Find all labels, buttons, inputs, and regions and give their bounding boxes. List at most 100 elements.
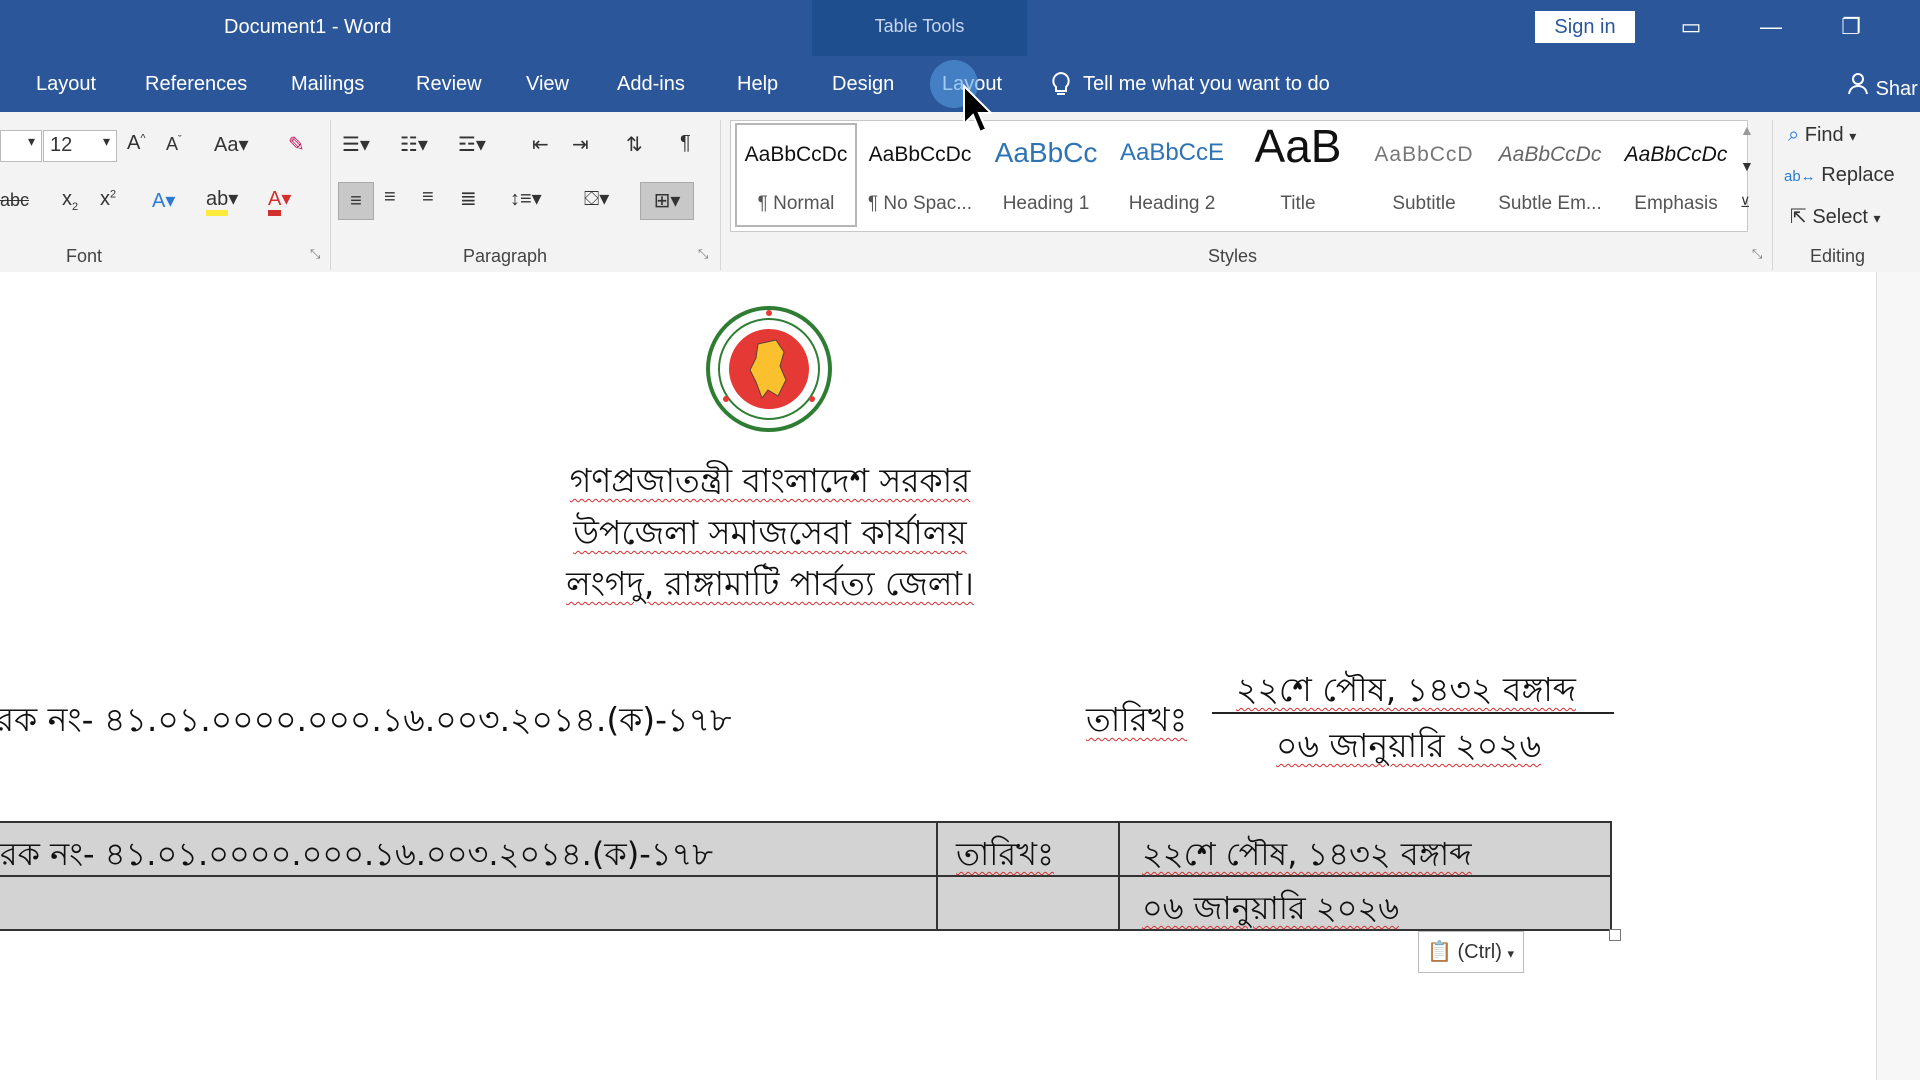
paragraph-group-label: Paragraph <box>463 246 548 266</box>
find-button[interactable]: ⌕ Find ▾ <box>1788 124 1856 147</box>
tab-review[interactable]: Review <box>416 73 482 96</box>
replace-icon: ab↔ <box>1784 168 1816 185</box>
strikethrough-icon[interactable]: abc <box>0 190 29 211</box>
table-date-bangla-cell[interactable]: ২২শে পৌষ, ১৪৩২ বঙ্গাব্দ <box>1142 829 1472 883</box>
style-sample: AaBbCcD <box>1374 143 1474 166</box>
style-normal[interactable]: AaBbCcDc ¶ Normal <box>735 123 857 227</box>
select-button[interactable]: ⇱ Select ▾ <box>1790 204 1881 229</box>
table-date-english-cell[interactable]: ০৬ জানুয়ারি ২০২৬ <box>1142 883 1399 937</box>
editing-group-label: Editing <box>1810 246 1866 266</box>
tab-view[interactable]: View <box>526 73 569 96</box>
increase-indent-icon[interactable]: ⇥ <box>572 132 589 157</box>
chevron-down-icon: ▾ <box>27 133 35 149</box>
header-line-3: লংগদু, রাঙ্গামাটি পার্বত্য জেলা। <box>566 564 974 603</box>
borders-icon[interactable]: ⊞▾ <box>640 182 694 220</box>
table-memo-cell[interactable]: রক নং- ৪১.০১.০০০০.০০০.১৬.০০৩.২০১৪.(ক)-১৭… <box>0 829 713 883</box>
align-right-icon[interactable]: ≡ <box>422 186 434 209</box>
font-name-dropdown[interactable]: ▾ <box>0 130 42 162</box>
window-title: Document1 - Word <box>224 16 392 38</box>
vertical-scrollbar[interactable] <box>1876 272 1920 1080</box>
tab-mailings[interactable]: Mailings <box>291 73 364 96</box>
table-resize-handle[interactable] <box>1609 929 1621 941</box>
tab-references[interactable]: References <box>145 73 247 96</box>
tell-me-search[interactable]: Tell me what you want to do <box>1083 73 1330 96</box>
table-tools-label: Table Tools <box>874 16 965 36</box>
style-sample: AaBbCcE <box>1119 139 1225 166</box>
text-effects-icon[interactable]: A▾ <box>152 188 175 213</box>
line-spacing-icon[interactable]: ↕≡▾ <box>510 186 542 211</box>
tab-table-design[interactable]: Design <box>832 73 894 96</box>
change-case-icon[interactable]: Aa▾ <box>214 132 249 157</box>
style-sample: AaB <box>1254 120 1342 172</box>
share-button[interactable]: Shar <box>1846 71 1918 101</box>
style-title[interactable]: AaB Title <box>1239 120 1357 225</box>
tab-help[interactable]: Help <box>737 73 778 96</box>
multilevel-list-icon[interactable]: ☲▾ <box>458 132 486 157</box>
decrease-indent-icon[interactable]: ⇤ <box>532 132 549 157</box>
style-heading-2[interactable]: AaBbCcE Heading 2 <box>1113 125 1231 225</box>
show-paragraph-marks-icon[interactable]: ¶ <box>680 132 691 155</box>
align-left-icon[interactable]: ≡ <box>338 182 374 220</box>
clipboard-icon: 📋 <box>1427 941 1452 963</box>
header-line-1: গণপ্রজাতন্ত্রী বাংলাদেশ সরকার <box>569 461 971 500</box>
tab-add-ins[interactable]: Add-ins <box>617 73 685 96</box>
subscript-icon[interactable]: x2 <box>62 188 78 213</box>
styles-dialog-launcher-icon[interactable]: ⤡ <box>1752 246 1762 262</box>
paragraph-dialog-launcher-icon[interactable]: ⤡ <box>698 246 708 262</box>
replace-button[interactable]: ab↔ Replace <box>1784 164 1895 187</box>
style-subtle-emphasis[interactable]: AaBbCcDc Subtle Em... <box>1491 125 1609 225</box>
clear-formatting-icon[interactable]: ✎ <box>288 132 305 157</box>
font-size-value: 12 <box>50 134 73 156</box>
gallery-scroll-up-icon[interactable]: ▲ <box>1740 122 1754 138</box>
style-sample: AaBbCcDc <box>1624 143 1728 166</box>
pointer-icon: ⇱ <box>1790 206 1807 228</box>
styles-gallery: AaBbCcDc ¶ Normal AaBbCcDc ¶ No Spac... … <box>730 120 1748 232</box>
chevron-down-icon: ▾ <box>1849 128 1857 144</box>
superscript-icon[interactable]: x2 <box>100 188 116 211</box>
shading-icon[interactable]: ⛋▾ <box>584 186 609 211</box>
replace-label: Replace <box>1821 164 1895 186</box>
style-sample: AaBbCcDc <box>868 143 972 166</box>
restore-icon[interactable]: ❐ <box>1831 14 1871 40</box>
styles-group-label: Styles <box>1208 246 1258 266</box>
shrink-font-icon[interactable]: Aˇ <box>166 134 182 155</box>
lightbulb-icon[interactable] <box>1050 71 1072 103</box>
chevron-down-icon: ▾ <box>1507 946 1514 961</box>
grow-font-icon[interactable]: A^ <box>127 132 146 155</box>
sign-in-button[interactable]: Sign in <box>1535 11 1635 43</box>
style-heading-1[interactable]: AaBbCc Heading 1 <box>987 125 1105 225</box>
justify-icon[interactable]: ≣ <box>460 186 477 211</box>
tab-layout[interactable]: Layout <box>36 73 96 96</box>
bullets-icon[interactable]: ☰▾ <box>342 132 370 157</box>
style-name: Subtle Em... <box>1498 193 1602 214</box>
document-table[interactable]: রক নং- ৪১.০১.০০০০.০০০.১৬.০০৩.২০১৪.(ক)-১৭… <box>0 821 1612 931</box>
numbering-icon[interactable]: ☷▾ <box>400 132 428 157</box>
memo-number: রক নং- ৪১.০১.০০০০.০০০.১৬.০০৩.২০১৪.(ক)-১৭… <box>0 700 732 739</box>
gallery-more-icon[interactable]: ⊻ <box>1740 194 1750 211</box>
find-label: Find <box>1804 124 1844 146</box>
align-center-icon[interactable]: ≡ <box>384 186 396 209</box>
document-page[interactable] <box>0 272 1876 1080</box>
style-no-spacing[interactable]: AaBbCcDc ¶ No Spac... <box>861 125 979 225</box>
group-divider <box>720 120 721 270</box>
font-size-dropdown[interactable]: 12 ▾ <box>43 130 117 162</box>
paste-options-button[interactable]: 📋 (Ctrl) ▾ <box>1418 931 1524 973</box>
minimize-icon[interactable]: — <box>1751 14 1791 40</box>
style-sample: AaBbCc <box>994 137 1098 168</box>
date-divider-line <box>1212 712 1614 714</box>
table-date-label-cell[interactable]: তারিখঃ <box>956 829 1054 883</box>
style-subtitle[interactable]: AaBbCcD Subtitle <box>1365 125 1483 225</box>
style-name: Emphasis <box>1634 193 1718 214</box>
share-label: Shar <box>1875 78 1918 100</box>
highlight-color-icon[interactable]: ab▾ <box>206 186 238 216</box>
font-dialog-launcher-icon[interactable]: ⤡ <box>310 246 320 262</box>
style-name: Heading 1 <box>1002 193 1090 214</box>
ribbon-display-options-icon[interactable]: ▭ <box>1671 14 1711 40</box>
sort-icon[interactable]: ⇅ <box>626 132 643 157</box>
gallery-scroll-down-icon[interactable]: ▼ <box>1740 158 1754 174</box>
date-label: তারিখঃ <box>1086 700 1188 739</box>
style-name: Title <box>1280 193 1316 214</box>
font-color-icon[interactable]: A▾ <box>268 186 291 216</box>
style-emphasis[interactable]: AaBbCcDc Emphasis <box>1617 125 1735 225</box>
header-line-2: উপজেলা সমাজসেবা কার্যালয় <box>573 513 967 552</box>
